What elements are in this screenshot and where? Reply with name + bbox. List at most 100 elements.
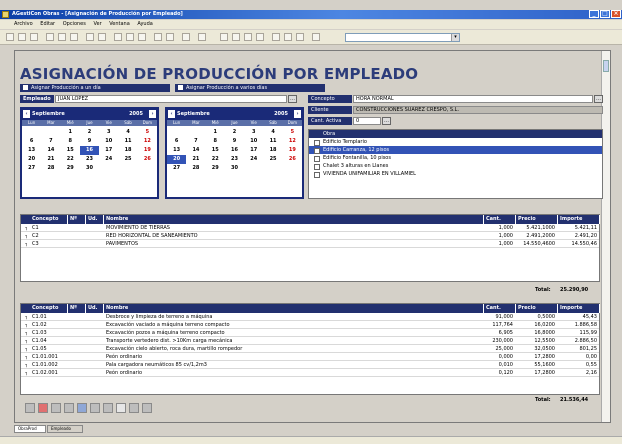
row-check-icon[interactable]: ┐ [23,321,29,329]
row-check-icon[interactable]: ┐ [23,353,29,361]
calendar-day[interactable]: 19 [138,146,157,155]
obra-item[interactable]: Edificio Fontanilla, 10 pisos [309,154,602,162]
calendar-day[interactable]: 1 [61,128,80,137]
calendar-day[interactable]: 11 [263,137,282,146]
column-header[interactable]: Precio [516,304,558,313]
calendar-day[interactable]: 18 [118,146,137,155]
calendar-day[interactable]: 4 [118,128,137,137]
print-icon[interactable] [129,403,139,413]
calendar-days[interactable]: 1 2 3 4 5 6 7 8 9 10 11 12 13 14 15 16 17 18 19 20 21 22 23 24 2… [167,126,302,173]
row-check-icon[interactable]: ┐ [23,224,29,232]
employee-lookup-button[interactable]: … [288,95,297,103]
calendar-day[interactable]: 24 [99,155,118,164]
menu-archivo[interactable]: Archivo [14,21,33,27]
preview-icon[interactable] [86,33,94,41]
calendar-day[interactable]: 28 [186,164,205,173]
calendar-day[interactable]: 11 [118,137,137,146]
help-icon[interactable] [198,33,206,41]
calendar-day[interactable]: 22 [206,155,225,164]
calendar-day[interactable]: 6 [167,137,186,146]
calendar-day[interactable]: 2 [80,128,99,137]
table-row[interactable]: ┐ C1.04 Transporte vertedero dist. >10Km c… [21,337,599,345]
concept-field[interactable]: HORA NORMAL [353,95,593,103]
column-header[interactable]: Nº [68,215,86,224]
column-header[interactable]: Concepto [30,304,68,313]
calendar-day[interactable]: 25 [118,155,137,164]
report-icon[interactable] [103,403,113,413]
calendar-day[interactable]: 20 [167,155,187,164]
column-header[interactable]: Ud. [86,304,104,313]
paste-icon[interactable] [64,403,74,413]
save-icon[interactable] [30,33,38,41]
calendar-day[interactable]: 14 [41,146,60,155]
calendar-day[interactable]: 10 [99,137,118,146]
row-check-icon[interactable]: ┐ [23,329,29,337]
table-row[interactable]: ┐ C1.01.002 Pala cargadora neumáticos 85 c… [21,361,599,369]
table-row[interactable]: ┐ C1.01 Desbroce y limpieza de terreno a m… [21,313,599,321]
calendar-day[interactable]: 9 [225,137,244,146]
calendar-day[interactable]: 19 [283,146,302,155]
calendar-day[interactable]: 17 [99,146,118,155]
exit-icon[interactable] [142,403,152,413]
row-check-icon[interactable]: ┐ [23,337,29,345]
filter-icon[interactable] [126,33,134,41]
menu-ayuda[interactable]: Ayuda [137,21,152,27]
calendar-day[interactable]: 6 [22,137,41,146]
table-row[interactable]: ┐ C1.03 Excavación pozos a máquina terreno… [21,329,599,337]
new-icon[interactable] [6,33,14,41]
calendar-day[interactable]: 21 [41,155,60,164]
table-row[interactable]: ┐ C1.02 Excavación vaciado a máquina terre… [21,321,599,329]
calendar-day[interactable]: 3 [99,128,118,137]
calendar-day[interactable]: 8 [206,137,225,146]
calendar-day[interactable]: 8 [61,137,80,146]
calendar-days[interactable]: 1 2 3 4 5 6 7 8 9 10 11 12 13 14 15 16 17 18 19 20 21 22 23 24 2… [22,126,157,173]
last-record-icon[interactable] [256,33,264,41]
prev-month-icon[interactable]: ‹ [168,110,175,118]
copy-icon[interactable] [58,33,66,41]
table-row[interactable]: ┐ C1.02.001 Peón ordinario 0,120 17,2800 2,16 [21,369,599,377]
menu-ver[interactable]: Ver [93,21,101,27]
print-icon[interactable] [98,33,106,41]
column-header[interactable]: Cant. [484,304,516,313]
calendar-day[interactable]: 10 [244,137,263,146]
tab-empleado[interactable]: Empleado [47,425,83,433]
column-header[interactable]: Cant. [484,215,516,224]
obra-item[interactable]: VIVIENDA UNIFAMILIAR EN VILLAMIEL [309,170,602,178]
column-header[interactable]: Nombre [104,304,484,313]
calculator-icon[interactable] [154,33,162,41]
calendar-day[interactable]: 24 [244,155,263,164]
calendar-day[interactable]: 12 [138,137,157,146]
column-header[interactable]: Nombre [104,215,484,224]
toolbar-combo[interactable]: ▾ [345,33,460,42]
calendar-day[interactable]: 13 [22,146,41,155]
calendar-day[interactable]: 20 [22,155,41,164]
delete-icon[interactable] [38,403,48,413]
calendar-day[interactable]: 5 [138,128,157,137]
active-quantity-field[interactable]: 0 [353,117,381,125]
employee-field[interactable]: JUAN LOPEZ [55,95,287,103]
calendar-day[interactable]: 29 [206,164,225,173]
prev-record-icon[interactable] [232,33,240,41]
next-month-icon[interactable]: › [294,110,301,118]
column-header[interactable]: Importe [558,215,600,224]
obra-item[interactable]: Chalet 3 alturas en Llanes [309,162,602,170]
refresh-icon[interactable] [296,33,304,41]
table-row[interactable]: ┐ C3 PAVIMENTOS 1,000 14.550,4600 14.550,46 [21,240,599,248]
row-check-icon[interactable]: ┐ [23,369,29,377]
table-row[interactable]: ┐ C1.01.001 Peón ordinario 0,000 17,2800 0,00 [21,353,599,361]
calendar-day[interactable]: 30 [80,164,99,173]
table-row[interactable]: ┐ C2 RED HORIZONTAL DE SANEAMIENTO 1,000 2.4… [21,232,599,240]
prev-month-icon[interactable]: ‹ [23,110,30,118]
table-row[interactable]: ┐ C1 MOVIMIENTO DE TIERRAS 1,000 5.421,1000 5… [21,224,599,232]
add-record-icon[interactable] [272,33,280,41]
calendar-day[interactable]: 5 [283,128,302,137]
calendar-day[interactable]: 14 [186,146,205,155]
concept-lookup-button[interactable]: … [594,95,603,103]
calendar-day[interactable]: 28 [41,164,60,173]
search-icon[interactable] [116,403,126,413]
paste-icon[interactable] [70,33,78,41]
menu-editar[interactable]: Editar [40,21,55,27]
calendar-day[interactable]: 1 [206,128,225,137]
menu-ventana[interactable]: Ventana [109,21,130,27]
calendar-day[interactable]: 12 [283,137,302,146]
